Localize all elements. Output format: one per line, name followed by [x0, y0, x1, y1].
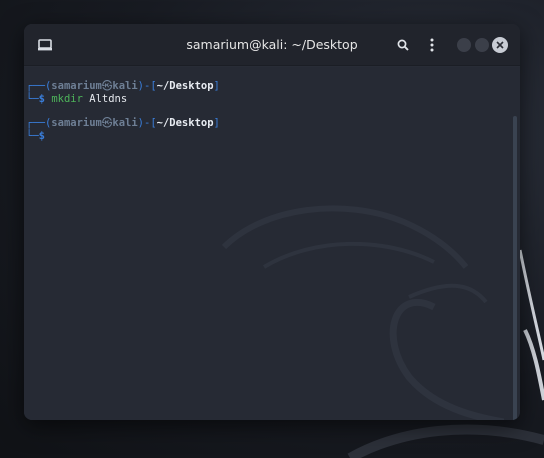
terminal-output[interactable]: ┌──(samarium㉿kali)-[~/Desktop] └─$ mkdir… — [24, 67, 520, 420]
prompt-frame: ┌──( — [26, 117, 52, 129]
command-name: mkdir — [51, 93, 83, 105]
terminal-window: samarium@kali: ~/Desktop ┌──(samarium㉿ka… — [24, 24, 520, 420]
close-icon — [496, 41, 504, 49]
command-line[interactable]: └─$ — [26, 130, 520, 143]
prompt-frame: )-[ — [137, 80, 157, 92]
prompt-corner: └─ — [26, 130, 39, 142]
kebab-menu-icon[interactable] — [422, 35, 442, 55]
titlebar[interactable]: samarium@kali: ~/Desktop — [24, 24, 520, 66]
kali-dragon-watermark — [221, 205, 504, 420]
window-title: samarium@kali: ~/Desktop — [186, 37, 358, 52]
minimize-button[interactable] — [457, 38, 471, 52]
prompt-user: samarium — [51, 117, 102, 129]
prompt-frame: ] — [213, 80, 220, 92]
terminal-icon[interactable] — [36, 36, 54, 54]
search-icon[interactable] — [393, 35, 413, 55]
prompt-corner: └─ — [26, 93, 39, 105]
maximize-button[interactable] — [475, 38, 489, 52]
prompt-path: ~/Desktop — [156, 80, 214, 92]
close-button[interactable] — [492, 37, 508, 53]
prompt-path: ~/Desktop — [156, 117, 214, 129]
prompt-symbol: $ — [38, 130, 45, 142]
prompt-host: kali — [112, 80, 138, 92]
prompt-frame: ] — [213, 117, 220, 129]
prompt-header-line: ┌──(samarium㉿kali)-[~/Desktop] — [26, 80, 520, 93]
prompt-host: kali — [112, 117, 138, 129]
prompt-at-symbol: ㉿ — [101, 80, 113, 92]
scrollbar[interactable] — [513, 116, 517, 420]
prompt-frame: )-[ — [137, 117, 157, 129]
prompt-frame: ┌──( — [26, 80, 52, 92]
command-args: Altdns — [82, 93, 128, 105]
prompt-at-symbol: ㉿ — [101, 117, 113, 129]
prompt-header-line: ┌──(samarium㉿kali)-[~/Desktop] — [26, 117, 520, 130]
command-line: └─$ mkdir Altdns — [26, 93, 520, 106]
prompt-user: samarium — [51, 80, 102, 92]
